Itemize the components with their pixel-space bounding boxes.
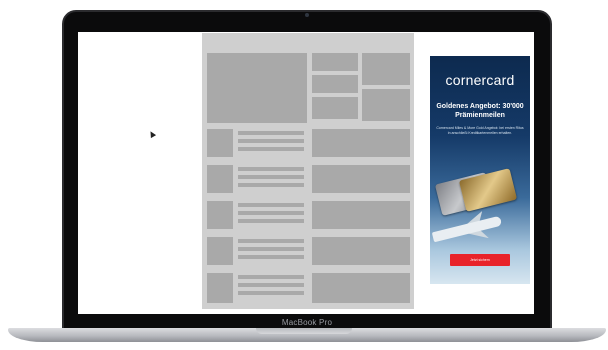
- list-item-line: [238, 139, 304, 143]
- list-item-line: [238, 147, 304, 151]
- ad-banner[interactable]: cornercard Goldenes Angebot: 30'000 Präm…: [430, 56, 530, 284]
- list-item-side: [312, 201, 410, 229]
- list-item-line: [238, 291, 304, 295]
- list-item-side: [312, 165, 410, 193]
- ad-body-text: Cornercard Miles & More Gold Angebot: be…: [436, 126, 524, 135]
- list-item-thumb: [207, 237, 233, 265]
- credit-card-gold-icon: [458, 168, 518, 212]
- list-item-line: [238, 203, 304, 207]
- airplane-icon: [431, 215, 503, 243]
- ad-cta-button[interactable]: Jetzt sichern: [450, 254, 510, 266]
- ad-headline: Goldenes Angebot: 30'000 Prämienmeilen: [436, 103, 524, 119]
- list-item-line: [238, 175, 304, 179]
- cornercard-logo: cornercard: [445, 72, 515, 88]
- thumb-placeholder-1: [312, 53, 358, 71]
- list-item-line: [238, 275, 304, 279]
- list-item-thumb: [207, 273, 233, 303]
- thumb-placeholder-4: [362, 53, 410, 85]
- list-item-side: [312, 129, 410, 157]
- list-item-side: [312, 273, 410, 303]
- wireframe-page: [202, 33, 414, 309]
- thumb-placeholder-3: [312, 97, 358, 119]
- list-item-thumb: [207, 201, 233, 229]
- list-item-side: [312, 237, 410, 265]
- list-item-line: [238, 283, 304, 287]
- list-item-thumb: [207, 165, 233, 193]
- list-item-line: [238, 131, 304, 135]
- device-label: MacBook Pro: [281, 318, 333, 327]
- list-item-line: [238, 219, 304, 223]
- thumb-placeholder-2: [312, 75, 358, 93]
- list-item-thumb: [207, 129, 233, 157]
- hero-image-placeholder: [207, 53, 307, 123]
- list-item-line: [238, 211, 304, 215]
- thumb-placeholder-5: [362, 89, 410, 121]
- list-item-line: [238, 247, 304, 251]
- camera-icon: [305, 13, 309, 17]
- list-item-line: [238, 255, 304, 259]
- list-item-line: [238, 239, 304, 243]
- list-item-line: [238, 167, 304, 171]
- list-item-line: [238, 183, 304, 187]
